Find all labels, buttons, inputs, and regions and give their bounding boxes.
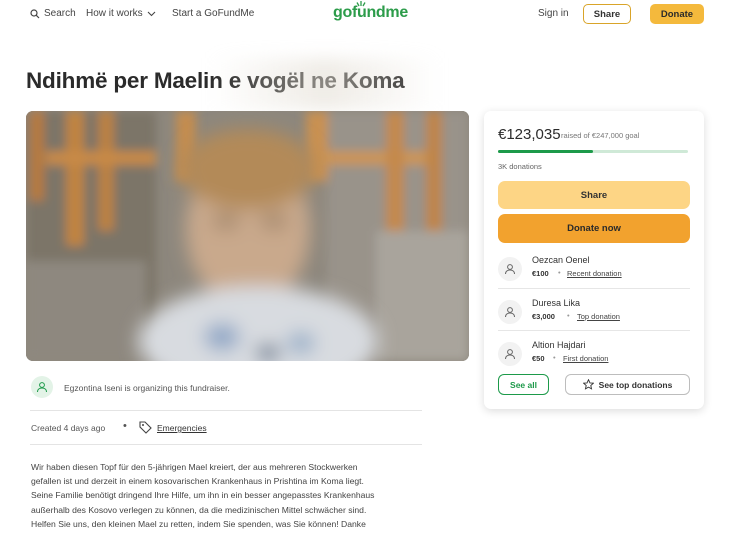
story-line: Helfen Sie uns, den kleinen Mael zu rett… bbox=[31, 518, 366, 529]
story-line: außerhalb des Kosovo verlegen zu können,… bbox=[31, 504, 367, 515]
amount-raised: €123,035 bbox=[498, 126, 561, 143]
user-icon bbox=[505, 349, 515, 360]
top-navigation: Search How it works Start a GoFundMe gof… bbox=[0, 0, 736, 36]
category-link[interactable]: Emergencies bbox=[157, 423, 207, 433]
donor-amount: €3,000 bbox=[532, 312, 555, 321]
divider bbox=[30, 444, 422, 445]
user-icon bbox=[505, 307, 515, 318]
created-date: Created 4 days ago bbox=[31, 423, 106, 433]
donor-name: Duresa Lika bbox=[532, 298, 581, 308]
tag-icon bbox=[139, 421, 152, 434]
story-line: Wir haben diesen Topf für den 5-jährigen… bbox=[31, 462, 358, 472]
start-gofundme-link[interactable]: Start a GoFundMe bbox=[172, 8, 254, 19]
header-share-button[interactable]: Share bbox=[583, 4, 631, 24]
goal-text: raised of €247,000 goal bbox=[561, 131, 640, 140]
donor-amount: €100 bbox=[532, 269, 549, 278]
donor-item: Duresa Lika €3,000 • Top donation bbox=[498, 296, 690, 334]
donor-tag: Top donation bbox=[577, 312, 620, 321]
see-all-button[interactable]: See all bbox=[498, 374, 549, 395]
story-text: Wir haben diesen Topf für den 5-jährigen… bbox=[31, 460, 426, 531]
see-top-donations-label: See top donations bbox=[598, 379, 673, 390]
gofundme-logo[interactable]: gofundme bbox=[333, 4, 408, 22]
donor-item: Oezcan Oenel €100 • Recent donation bbox=[498, 253, 690, 291]
donor-item: Altion Hajdari €50 • First donation bbox=[498, 338, 690, 376]
campaign-photo bbox=[26, 111, 469, 361]
search-link[interactable]: Search bbox=[30, 8, 76, 19]
donate-now-button[interactable]: Donate now bbox=[498, 214, 690, 243]
avatar bbox=[498, 300, 522, 324]
story-line: Seine Familie benötigt dringend Ihre Hil… bbox=[31, 490, 375, 501]
divider bbox=[30, 410, 422, 411]
separator-dot: • bbox=[558, 268, 561, 277]
sign-in-link[interactable]: Sign in bbox=[538, 8, 569, 19]
share-button[interactable]: Share bbox=[498, 181, 690, 209]
donor-name: Altion Hajdari bbox=[532, 340, 586, 350]
star-icon bbox=[582, 379, 594, 390]
search-label: Search bbox=[44, 8, 76, 19]
story-line: gefallen ist und derzeit in einem kosova… bbox=[31, 476, 364, 487]
separator-dot: • bbox=[123, 420, 127, 432]
divider bbox=[498, 330, 690, 331]
chevron-down-icon bbox=[147, 11, 156, 16]
divider bbox=[498, 288, 690, 289]
separator-dot: • bbox=[567, 311, 570, 320]
avatar bbox=[498, 342, 522, 366]
header-donate-button[interactable]: Donate bbox=[650, 4, 704, 24]
blur-overlay bbox=[210, 58, 440, 110]
see-top-donations-button[interactable]: See top donations bbox=[565, 374, 690, 395]
separator-dot: • bbox=[553, 353, 556, 362]
organizer-avatar bbox=[31, 376, 53, 398]
donor-tag: Recent donation bbox=[567, 269, 622, 278]
organizer-text: Egzontina Iseni is organizing this fundr… bbox=[64, 383, 230, 393]
progress-bar bbox=[498, 150, 688, 153]
search-icon bbox=[30, 8, 40, 18]
donations-count: 3K donations bbox=[498, 162, 542, 171]
donor-amount: €50 bbox=[532, 354, 545, 363]
donor-name: Oezcan Oenel bbox=[532, 255, 590, 265]
user-icon bbox=[37, 382, 47, 393]
how-it-works-menu[interactable]: How it works bbox=[86, 8, 156, 19]
donor-tag: First donation bbox=[563, 354, 609, 363]
progress-fill bbox=[498, 150, 593, 153]
user-icon bbox=[505, 264, 515, 275]
avatar bbox=[498, 257, 522, 281]
how-it-works-label: How it works bbox=[86, 8, 143, 19]
